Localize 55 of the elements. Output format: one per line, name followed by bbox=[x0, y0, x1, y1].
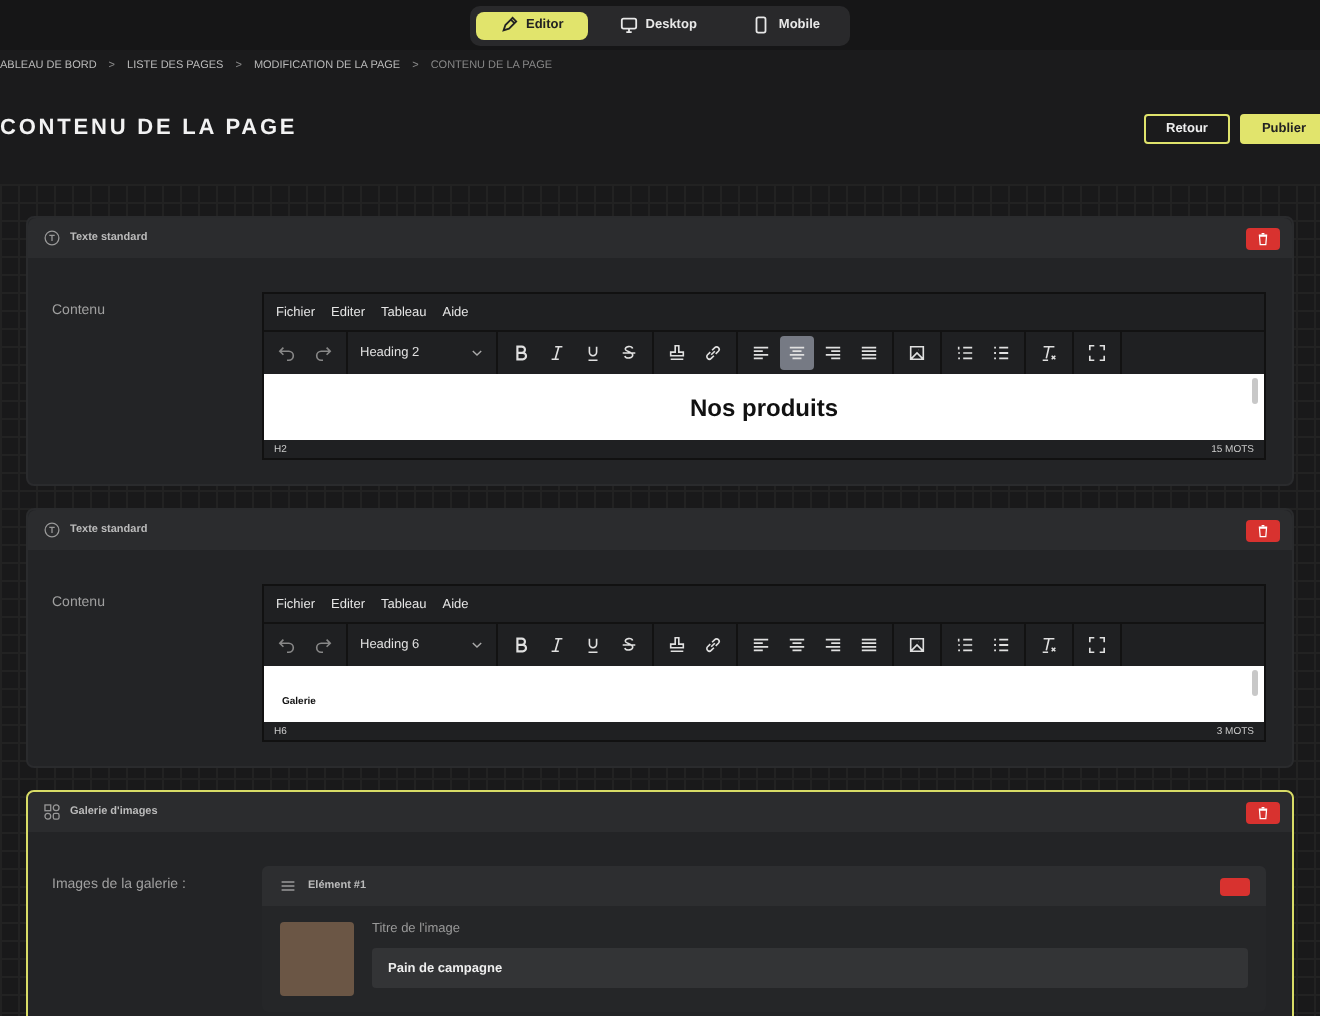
bullet-list-icon bbox=[992, 344, 1010, 362]
editor-heading: Nos produits bbox=[690, 393, 838, 421]
italic-icon bbox=[548, 344, 566, 362]
fullscreen-icon bbox=[1088, 344, 1106, 362]
ordered-list-icon bbox=[956, 636, 974, 654]
chevron-down-icon bbox=[470, 346, 484, 360]
align-justify-icon bbox=[860, 636, 878, 654]
ordered-list-icon bbox=[956, 344, 974, 362]
bold-icon bbox=[512, 344, 530, 362]
page-title: CONTENU DE LA PAGE bbox=[0, 116, 298, 140]
drag-handle-icon[interactable] bbox=[280, 878, 296, 894]
strike-icon bbox=[620, 344, 638, 362]
delete-button[interactable] bbox=[1246, 227, 1280, 249]
link-icon bbox=[704, 636, 722, 654]
align-right-icon bbox=[824, 344, 842, 362]
stamp-icon bbox=[668, 344, 686, 362]
bold-icon bbox=[512, 636, 530, 654]
redo-icon bbox=[314, 344, 332, 362]
clear-format-icon bbox=[1040, 344, 1058, 362]
text-icon bbox=[44, 522, 60, 538]
trash-icon bbox=[1256, 523, 1270, 537]
image-icon bbox=[908, 636, 926, 654]
stamp-icon bbox=[668, 636, 686, 654]
clear-format-icon bbox=[1040, 636, 1058, 654]
fullscreen-icon bbox=[1088, 636, 1106, 654]
text-icon bbox=[44, 230, 60, 246]
align-left-icon bbox=[752, 636, 770, 654]
delete-button[interactable] bbox=[1246, 519, 1280, 541]
align-justify-icon bbox=[860, 344, 878, 362]
image-icon bbox=[908, 344, 926, 362]
photo-placeholder bbox=[280, 922, 354, 996]
trash-icon bbox=[1256, 231, 1270, 245]
monitor-icon bbox=[619, 16, 638, 34]
scrollbar bbox=[1252, 378, 1258, 404]
bullet-list-icon bbox=[992, 636, 1010, 654]
phone-icon bbox=[752, 16, 771, 34]
underline-icon bbox=[584, 636, 602, 654]
undo-icon bbox=[278, 344, 296, 362]
undo-icon bbox=[278, 636, 296, 654]
underline-icon bbox=[584, 344, 602, 362]
shapes-icon bbox=[44, 804, 60, 820]
trash-icon bbox=[1256, 805, 1270, 819]
italic-icon bbox=[548, 636, 566, 654]
align-center-icon bbox=[788, 344, 806, 362]
align-center-icon bbox=[788, 636, 806, 654]
delete-button[interactable] bbox=[1246, 801, 1280, 823]
delete-item-button[interactable] bbox=[1220, 877, 1250, 895]
chevron-down-icon bbox=[470, 638, 484, 652]
link-icon bbox=[704, 344, 722, 362]
pencil-icon bbox=[499, 16, 518, 34]
redo-icon bbox=[314, 636, 332, 654]
align-right-icon bbox=[824, 636, 842, 654]
scrollbar bbox=[1252, 670, 1258, 696]
align-left-icon bbox=[752, 344, 770, 362]
strike-icon bbox=[620, 636, 638, 654]
